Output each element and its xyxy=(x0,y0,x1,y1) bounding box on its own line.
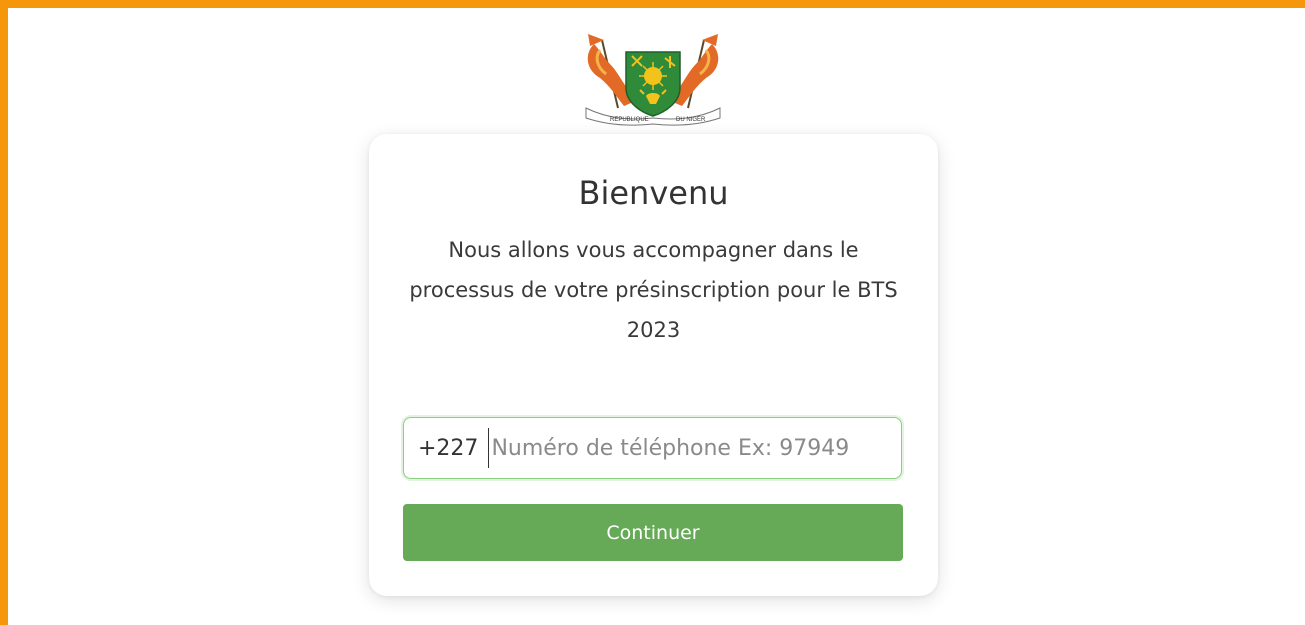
page-title: Bienvenu xyxy=(578,174,729,212)
page-frame: REPUBLIQUE DU NIGER Bienvenu Nous allons… xyxy=(0,0,1305,625)
intro-text: Nous allons vous accompagner dans le pro… xyxy=(409,238,898,342)
country-code-prefix: +227 xyxy=(418,435,479,461)
welcome-card: Bienvenu Nous allons vous accompagner da… xyxy=(369,134,938,596)
emblem-text-right: DU NIGER xyxy=(676,117,706,123)
continue-button[interactable]: Continuer xyxy=(403,504,903,561)
niger-coat-of-arms-icon: REPUBLIQUE DU NIGER xyxy=(580,30,726,126)
emblem-text-left: REPUBLIQUE xyxy=(610,117,649,123)
phone-field[interactable]: +227 xyxy=(403,417,902,479)
phone-input[interactable] xyxy=(488,428,901,468)
